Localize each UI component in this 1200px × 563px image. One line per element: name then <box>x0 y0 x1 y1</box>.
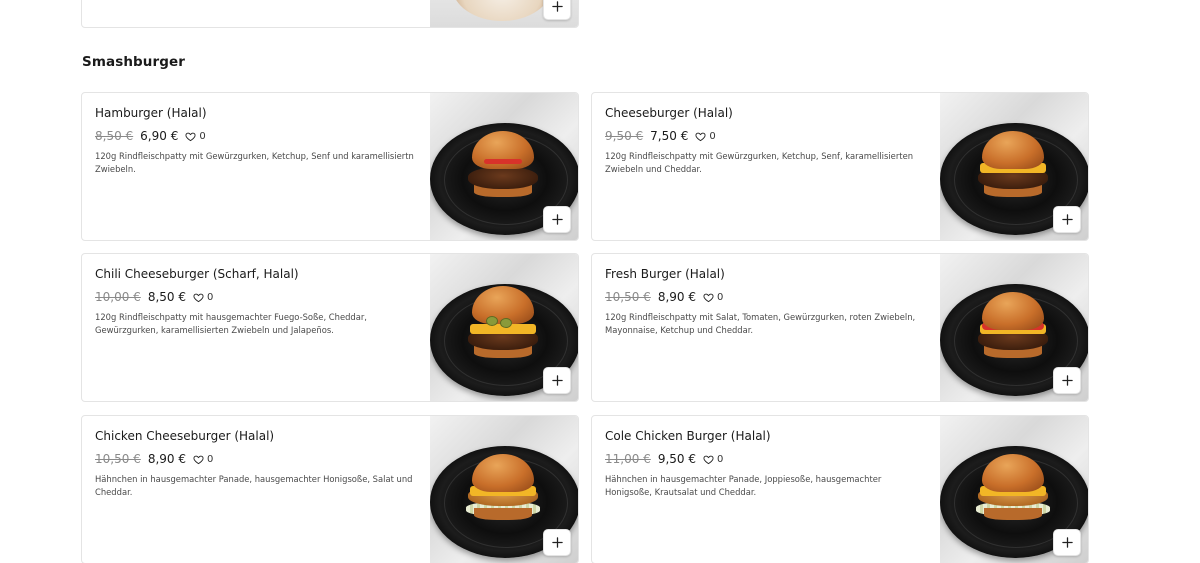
old-price: 11,00 € <box>605 452 651 466</box>
favorite-count: 0 <box>716 453 724 465</box>
favorite-count: 0 <box>206 291 214 303</box>
product-info: Cole Chicken Burger (Halal) 11,00 € 9,50… <box>605 428 925 499</box>
current-price: 8,50 € <box>147 290 186 304</box>
product-description: Hähnchen in hausgemachter Panade, hausge… <box>95 474 413 497</box>
bowl-image <box>452 0 552 21</box>
add-to-cart-button[interactable] <box>543 0 571 20</box>
current-price: 8,90 € <box>657 290 696 304</box>
favorite-button[interactable]: 0 <box>703 292 723 303</box>
plus-icon <box>1061 537 1073 548</box>
current-price: 8,90 € <box>147 452 186 466</box>
product-name: Chicken Cheeseburger (Halal) <box>95 429 275 443</box>
pickle-slice <box>486 316 498 326</box>
heart-outline-icon <box>185 132 196 141</box>
favorite-button[interactable]: 0 <box>193 292 213 303</box>
plus-icon <box>551 1 563 12</box>
favorite-button[interactable]: 0 <box>703 454 723 465</box>
product-card[interactable]: Cole Chicken Burger (Halal) 11,00 € 9,50… <box>591 415 1089 563</box>
product-card[interactable]: Chicken Cheeseburger (Halal) 10,50 € 8,9… <box>81 415 579 563</box>
patty <box>468 167 538 189</box>
add-to-cart-button[interactable] <box>543 206 571 233</box>
product-card[interactable]: Chili Cheeseburger (Scharf, Halal) 10,00… <box>81 253 579 402</box>
previous-product-card[interactable] <box>81 0 579 28</box>
favorite-count: 0 <box>716 291 724 303</box>
product-card[interactable]: Cheeseburger (Halal) 9,50 € 7,50 € 0 120… <box>591 92 1089 241</box>
product-name: Cheeseburger (Halal) <box>605 106 733 120</box>
add-to-cart-button[interactable] <box>1053 206 1081 233</box>
price-row: 9,50 € 7,50 € 0 <box>605 128 925 144</box>
ketchup-drizzle <box>484 159 522 164</box>
current-price: 7,50 € <box>650 129 689 143</box>
add-to-cart-button[interactable] <box>543 529 571 556</box>
product-card[interactable]: Fresh Burger (Halal) 10,50 € 8,90 € 0 12… <box>591 253 1089 402</box>
product-name: Cole Chicken Burger (Halal) <box>605 429 771 443</box>
bun-bottom <box>984 508 1042 520</box>
product-info: Chili Cheeseburger (Scharf, Halal) 10,00… <box>95 266 415 337</box>
product-card[interactable]: Hamburger (Halal) 8,50 € 6,90 € 0 120g R… <box>81 92 579 241</box>
plus-icon <box>1061 214 1073 225</box>
heart-outline-icon <box>703 455 714 464</box>
plus-icon <box>551 375 563 386</box>
old-price: 8,50 € <box>95 129 134 143</box>
favorite-count: 0 <box>199 130 206 142</box>
heart-outline-icon <box>695 132 706 141</box>
plus-icon <box>551 214 563 225</box>
product-info: Cheeseburger (Halal) 9,50 € 7,50 € 0 120… <box>605 105 925 176</box>
plus-icon <box>1061 375 1073 386</box>
product-description: 120g Rindfleischpatty mit Gewürzgurken, … <box>95 151 414 174</box>
add-to-cart-button[interactable] <box>543 367 571 394</box>
product-description: 120g Rindfleischpatty mit hausgemachter … <box>95 312 367 335</box>
favorite-button[interactable]: 0 <box>695 130 716 142</box>
price-row: 8,50 € 6,90 € 0 <box>95 128 415 144</box>
product-name: Hamburger (Halal) <box>95 106 207 120</box>
product-name: Chili Cheeseburger (Scharf, Halal) <box>95 267 299 281</box>
product-info: Fresh Burger (Halal) 10,50 € 8,90 € 0 12… <box>605 266 925 337</box>
pickle-slice <box>500 318 512 328</box>
favorite-count: 0 <box>709 130 716 142</box>
product-description: Hähnchen in hausgemachter Panade, Joppie… <box>605 474 882 497</box>
bun-bottom <box>474 508 532 520</box>
plus-icon <box>551 537 563 548</box>
current-price: 9,50 € <box>657 452 696 466</box>
heart-outline-icon <box>193 293 204 302</box>
section-title: Smashburger <box>82 54 186 70</box>
product-description: 120g Rindfleischpatty mit Salat, Tomaten… <box>605 312 916 335</box>
favorite-button[interactable]: 0 <box>193 454 213 465</box>
heart-outline-icon <box>703 293 714 302</box>
current-price: 6,90 € <box>140 129 179 143</box>
product-info: Chicken Cheeseburger (Halal) 10,50 € 8,9… <box>95 428 415 499</box>
old-price: 10,50 € <box>605 290 651 304</box>
old-price: 10,00 € <box>95 290 141 304</box>
price-row: 11,00 € 9,50 € 0 <box>605 451 925 467</box>
price-row: 10,00 € 8,50 € 0 <box>95 289 415 305</box>
favorite-button[interactable]: 0 <box>185 130 206 142</box>
add-to-cart-button[interactable] <box>1053 367 1081 394</box>
old-price: 9,50 € <box>605 129 644 143</box>
price-row: 10,50 € 8,90 € 0 <box>95 451 415 467</box>
add-to-cart-button[interactable] <box>1053 529 1081 556</box>
favorite-count: 0 <box>206 453 214 465</box>
price-row: 10,50 € 8,90 € 0 <box>605 289 925 305</box>
product-description: 120g Rindfleischpatty mit Gewürzgurken, … <box>605 151 914 174</box>
product-info: Hamburger (Halal) 8,50 € 6,90 € 0 120g R… <box>95 105 415 176</box>
product-name: Fresh Burger (Halal) <box>605 267 725 281</box>
old-price: 10,50 € <box>95 452 141 466</box>
heart-outline-icon <box>193 455 204 464</box>
